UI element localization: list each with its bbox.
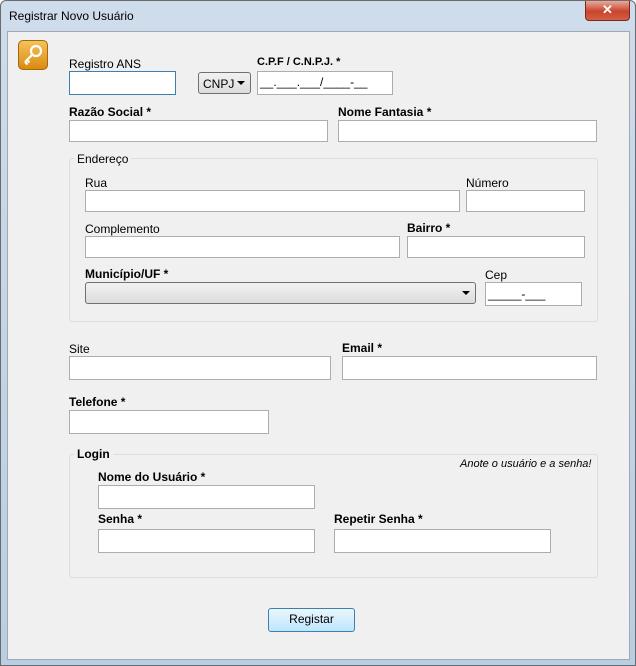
registro-ans-input[interactable] [69, 71, 176, 95]
doc-type-value: CNPJ [203, 77, 235, 91]
rua-input[interactable] [85, 190, 460, 212]
bairro-input[interactable] [407, 236, 585, 258]
telefone-label: Telefone * [69, 395, 126, 409]
telefone-input[interactable] [69, 410, 269, 434]
chevron-down-icon [237, 81, 245, 85]
key-icon [18, 40, 48, 70]
registro-ans-label: Registro ANS [69, 57, 142, 71]
complemento-label: Complemento [85, 222, 160, 236]
dialog-window: Registrar Novo Usuário ✕ Registro ANS CN… [0, 0, 636, 666]
repetir-senha-input[interactable] [334, 529, 551, 553]
registrar-button[interactable]: Registar [268, 608, 355, 632]
numero-label: Número [466, 176, 509, 190]
cep-input[interactable]: _____-___ [485, 282, 582, 306]
complemento-input[interactable] [85, 236, 400, 258]
login-hint: Anote o usuário e a senha! [460, 458, 592, 470]
numero-input[interactable] [466, 190, 585, 212]
razao-social-input[interactable] [69, 120, 328, 142]
nome-usuario-label: Nome do Usuário * [98, 470, 206, 484]
cpf-cnpj-input[interactable]: __.___.___/____-__ [257, 71, 393, 95]
cpf-cnpj-label: C.P.F / C.N.P.J. * [257, 56, 341, 68]
email-label: Email * [342, 341, 383, 355]
endereco-group-label: Endereço [74, 152, 132, 166]
rua-label: Rua [85, 176, 108, 190]
email-input[interactable] [342, 356, 597, 380]
repetir-senha-label: Repetir Senha * [334, 512, 423, 526]
municipio-uf-select[interactable] [85, 282, 476, 304]
chevron-down-icon [462, 291, 470, 295]
nome-fantasia-label: Nome Fantasia * [338, 105, 432, 119]
cpf-cnpj-mask: __.___.___/____-__ [260, 75, 368, 89]
bairro-label: Bairro * [407, 221, 451, 235]
nome-usuario-input[interactable] [98, 485, 315, 509]
senha-input[interactable] [98, 529, 315, 553]
window-title: Registrar Novo Usuário [9, 9, 134, 23]
title-bar[interactable]: Registrar Novo Usuário ✕ [1, 1, 635, 29]
cep-mask: _____-___ [488, 287, 546, 301]
nome-fantasia-input[interactable] [338, 120, 597, 142]
close-button[interactable]: ✕ [585, 1, 630, 21]
doc-type-select[interactable]: CNPJ [198, 72, 251, 94]
razao-social-label: Razão Social * [69, 105, 152, 119]
municipio-uf-label: Município/UF * [85, 267, 169, 281]
form-area: Registro ANS CNPJ C.P.F / C.N.P.J. * __.… [7, 31, 630, 660]
login-group-label: Login [74, 447, 113, 461]
senha-label: Senha * [98, 512, 143, 526]
site-input[interactable] [69, 356, 331, 380]
site-label: Site [69, 342, 90, 356]
cep-label: Cep [485, 268, 508, 282]
